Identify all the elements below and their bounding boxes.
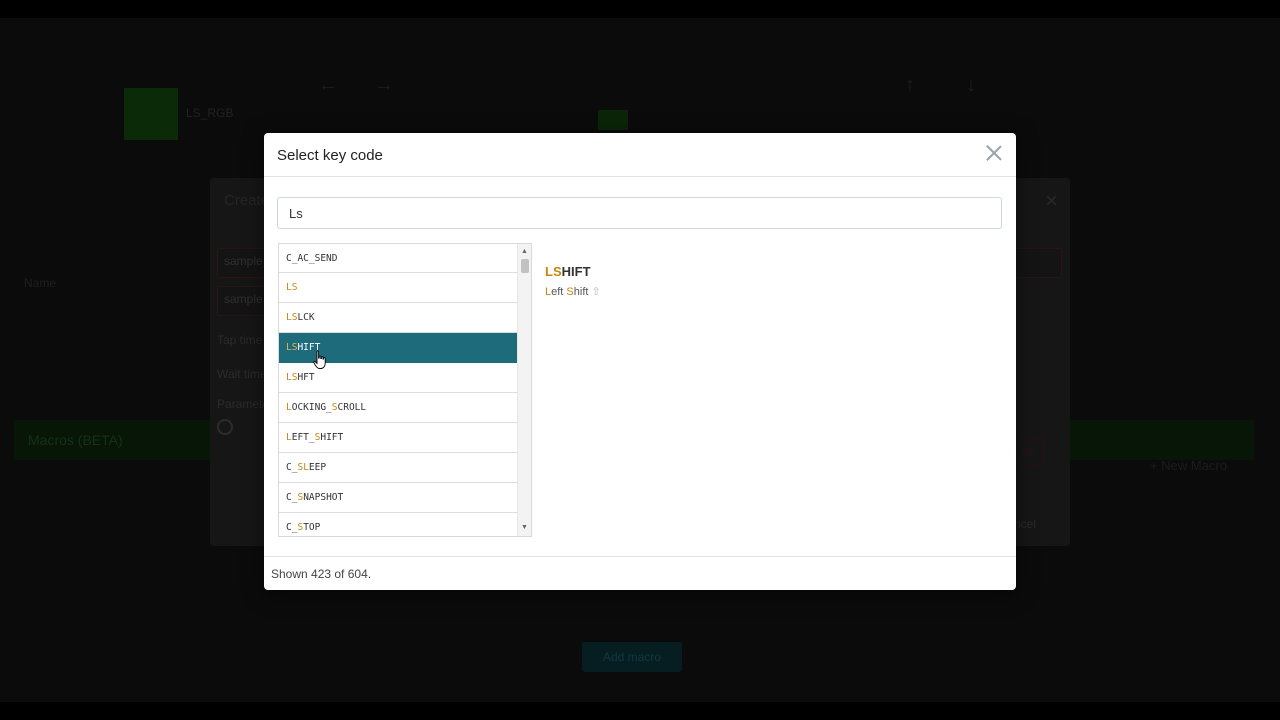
create-dialog-title: Create bbox=[224, 192, 270, 209]
match-highlight: LS bbox=[286, 312, 298, 323]
scroll-up-icon[interactable]: ▲ bbox=[518, 246, 531, 258]
color-swatch bbox=[124, 88, 178, 140]
scroll-down-icon[interactable]: ▼ bbox=[518, 522, 531, 534]
key-code-list[interactable]: C_AC_SEND LS LSLCK LSHIFT LSHFT LOCKING_SCROL… bbox=[278, 243, 532, 537]
list-item[interactable]: LS bbox=[279, 273, 517, 303]
key-text: LCK bbox=[297, 312, 315, 323]
key-swatch bbox=[598, 110, 628, 130]
arrow-down-icon: ↓ bbox=[966, 74, 976, 96]
match-highlight: LS bbox=[286, 282, 298, 293]
key-text: C_ bbox=[286, 462, 298, 473]
key-text: C_ bbox=[286, 492, 298, 503]
key-text: NAPSHOT bbox=[303, 492, 344, 503]
modal-title: Select key code bbox=[277, 147, 383, 164]
key-code-list-items: C_AC_SEND LS LSLCK LSHIFT LSHFT LOCKING_SCROL… bbox=[279, 244, 517, 536]
key-text: HIFT bbox=[320, 432, 344, 443]
key-detail-description: Left Shift ⇧ bbox=[545, 285, 601, 298]
modal-footer: Shown 423 of 604. bbox=[264, 556, 1016, 590]
list-item[interactable]: C_STOP bbox=[279, 513, 517, 536]
list-item[interactable]: C_SNAPSHOT bbox=[279, 483, 517, 513]
key-detail-title-rest: HIFT bbox=[561, 264, 591, 279]
bottom-button: Add macro bbox=[582, 642, 682, 672]
desc-part-2: hift bbox=[573, 286, 589, 298]
shift-icon: ⇧ bbox=[591, 286, 601, 298]
parameters-label: Paramete bbox=[217, 397, 270, 411]
hand-cursor-icon bbox=[313, 350, 326, 369]
arrow-up-icon: ↑ bbox=[905, 74, 915, 96]
new-macro-button: + New Macro bbox=[1150, 458, 1227, 473]
swatch-label: LS_RGB bbox=[186, 106, 234, 120]
key-text: C_ bbox=[286, 522, 298, 533]
modal-header: Select key code bbox=[264, 133, 1016, 177]
key-detail-panel: LSHIFT Left Shift ⇧ bbox=[545, 264, 601, 298]
right-field bbox=[1010, 248, 1062, 278]
key-text: OCKING_ bbox=[291, 402, 332, 413]
wait-time-label: Wait time bbox=[217, 367, 267, 381]
close-icon[interactable] bbox=[984, 143, 1004, 163]
arrow-left-icon: ← bbox=[318, 74, 338, 96]
key-text: HFT bbox=[297, 372, 315, 383]
macros-label: Macros (BETA) bbox=[28, 432, 123, 448]
key-detail-title: LSHIFT bbox=[545, 264, 601, 279]
list-item[interactable]: C_SLEEP bbox=[279, 453, 517, 483]
list-item[interactable]: LSLCK bbox=[279, 303, 517, 333]
key-text: EFT_ bbox=[291, 432, 315, 443]
scroll-thumb[interactable] bbox=[521, 259, 529, 273]
key-text: C_AC_SEND bbox=[286, 253, 338, 264]
list-item[interactable]: C_AC_SEND bbox=[279, 244, 517, 273]
tap-time-label: Tap time bbox=[217, 333, 263, 347]
list-item[interactable]: LEFT_SHIFT bbox=[279, 423, 517, 453]
cancel-button: ncel bbox=[1014, 517, 1037, 531]
results-count: Shown 423 of 604. bbox=[271, 567, 372, 581]
list-scrollbar[interactable]: ▲ ▼ bbox=[517, 244, 531, 536]
key-text: TOP bbox=[303, 522, 321, 533]
name-label: Name bbox=[24, 276, 57, 290]
select-key-code-modal: Select key code C_AC_SENDLSLSLCKLSHIFTLS… bbox=[264, 133, 1016, 590]
parameter-radio bbox=[217, 419, 233, 435]
key-text: CROLL bbox=[337, 402, 367, 413]
match-highlight: LS bbox=[286, 342, 298, 353]
key-detail-title-match: LS bbox=[545, 264, 562, 279]
create-dialog-close-icon: × bbox=[1045, 188, 1058, 213]
list-item[interactable]: LOCKING_SCROLL bbox=[279, 393, 517, 423]
arrow-right-icon: → bbox=[374, 74, 394, 96]
search-input[interactable] bbox=[277, 197, 1002, 229]
desc-match-2: S bbox=[566, 286, 574, 298]
key-text: EEP bbox=[308, 462, 327, 473]
match-highlight: LS bbox=[286, 372, 298, 383]
desc-part-1: eft bbox=[551, 286, 567, 298]
